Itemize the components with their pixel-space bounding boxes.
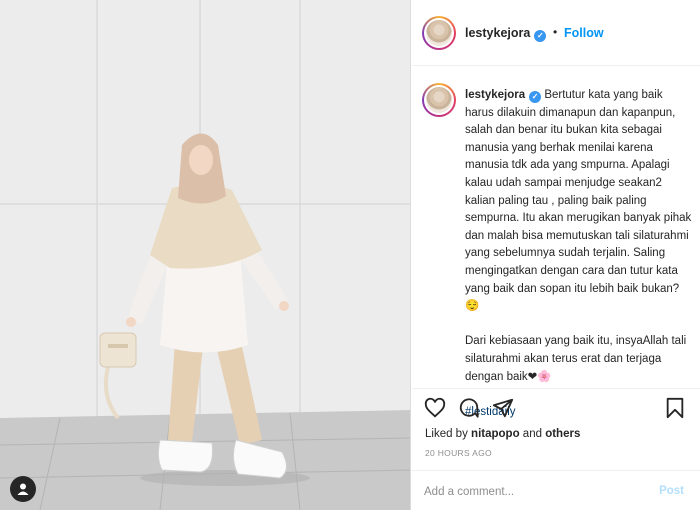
comment-box: Post xyxy=(412,470,700,510)
caption-section: lestykejora ✓ Bertutur kata yang baik har… xyxy=(412,66,700,418)
post-details-panel: lestykejora ✓ • Follow lestykejora ✓ Bertu… xyxy=(412,0,700,510)
caption-username[interactable]: lestykejora ✓ xyxy=(465,89,542,103)
likes-prefix: Liked by xyxy=(425,428,468,440)
separator-dot: • xyxy=(553,25,558,39)
user-icon xyxy=(17,483,29,495)
post-image xyxy=(0,0,410,510)
verified-badge-icon: ✓ xyxy=(529,91,542,103)
likes-others-link[interactable]: others xyxy=(545,428,580,440)
follow-button[interactable]: Follow xyxy=(564,26,604,40)
verified-badge-icon: ✓ xyxy=(534,30,547,42)
bookmark-icon[interactable] xyxy=(664,397,686,419)
tagged-users-button[interactable] xyxy=(10,476,36,502)
avatar[interactable] xyxy=(422,16,456,50)
comment-input[interactable] xyxy=(424,482,644,502)
share-icon[interactable] xyxy=(492,397,514,419)
post-comment-button[interactable]: Post xyxy=(659,485,684,497)
post-photo[interactable] xyxy=(0,0,411,510)
caption-paragraph-2: Dari kebiasaan yang baik itu, insyaAllah… xyxy=(465,335,687,383)
liker-username-link[interactable]: nitapopo xyxy=(471,428,520,440)
likes-line: Liked by nitapopo and others xyxy=(425,428,580,440)
caption-paragraph-1: Bertutur kata yang baik harus dilakuin d… xyxy=(465,89,692,313)
post-timestamp[interactable]: 20 HOURS AGO xyxy=(425,448,492,458)
likes-conjunction: and xyxy=(522,428,542,440)
action-bar xyxy=(412,389,700,429)
heart-icon[interactable] xyxy=(424,397,446,419)
username-text: lestykejora xyxy=(465,26,531,40)
caption-text: lestykejora ✓ Bertutur kata yang baik har… xyxy=(465,87,693,421)
caption-avatar[interactable] xyxy=(422,83,456,117)
post-header: lestykejora ✓ • Follow xyxy=(412,0,700,66)
comment-icon[interactable] xyxy=(458,397,480,419)
username-link[interactable]: lestykejora ✓ xyxy=(465,26,547,42)
